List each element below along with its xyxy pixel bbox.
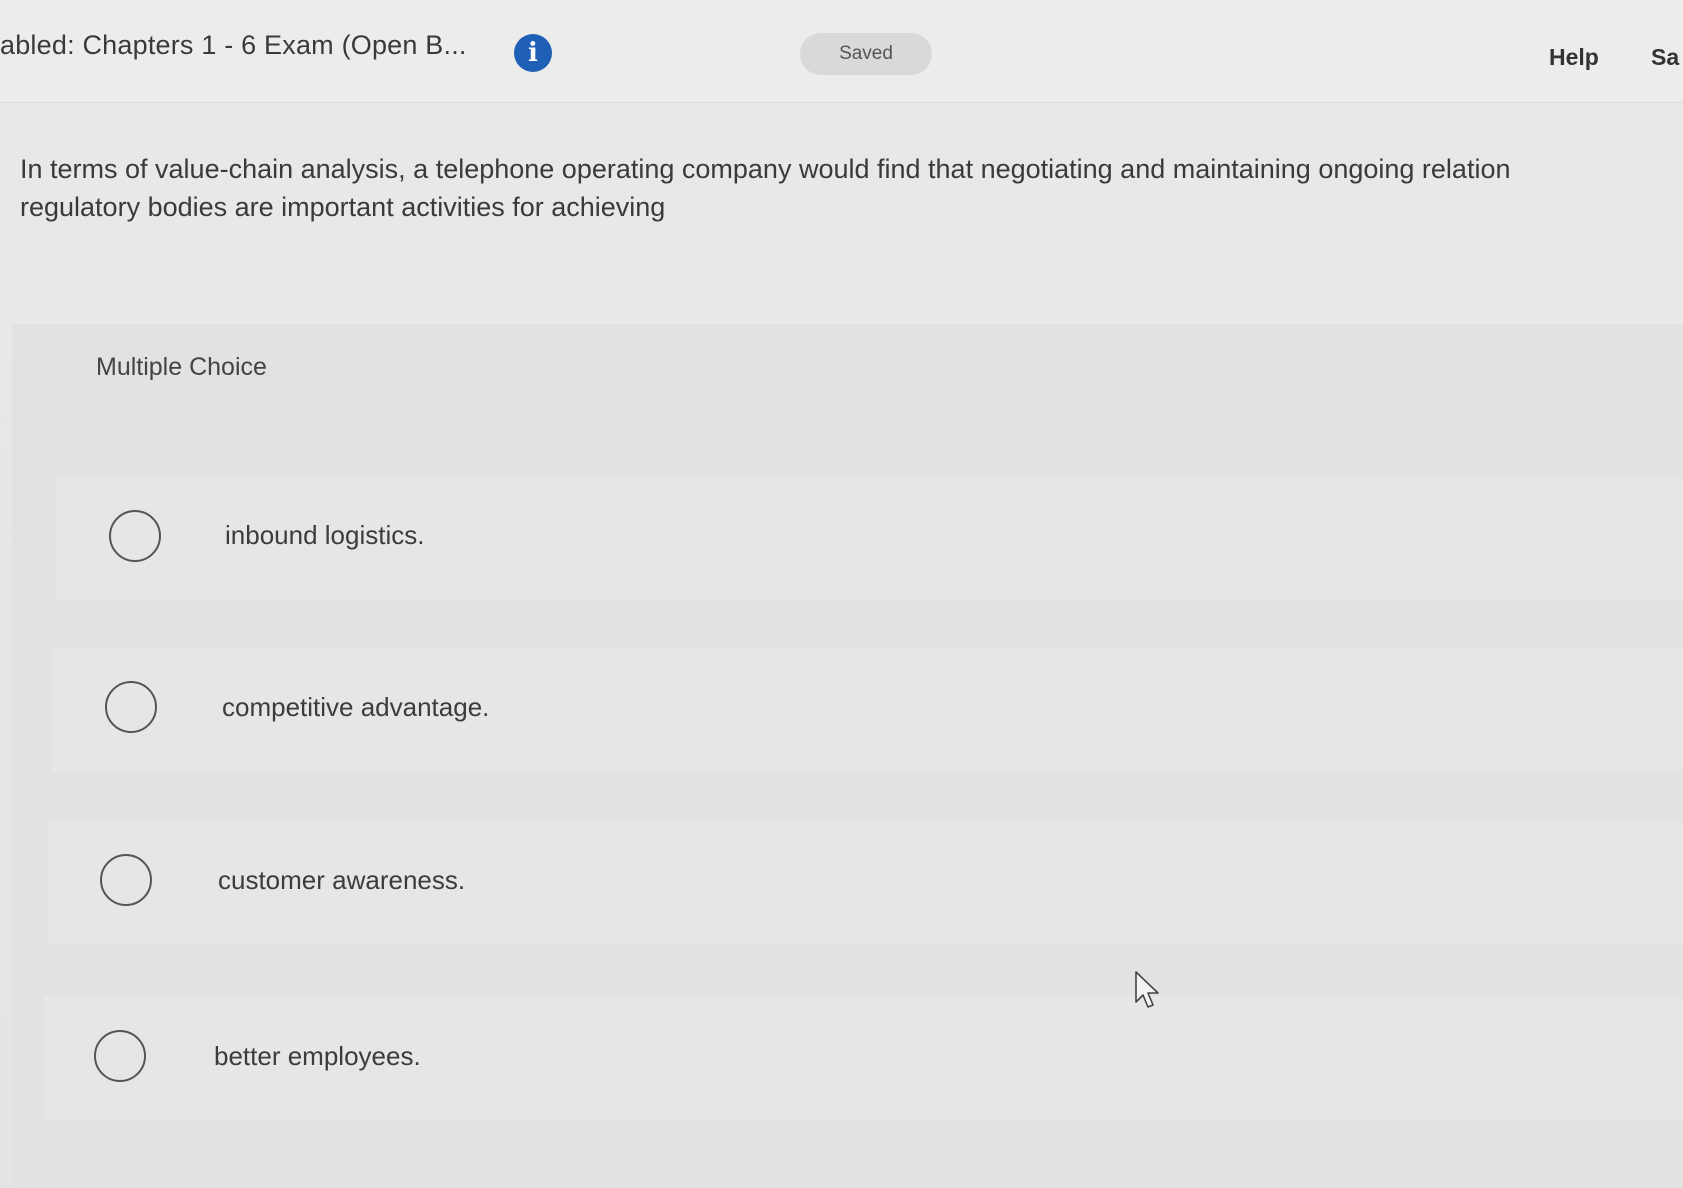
radio-button[interactable] [109,510,161,562]
answer-option[interactable]: inbound logistics. [55,476,1683,600]
answer-option-label[interactable]: inbound logistics. [225,520,424,551]
save-exit-button[interactable]: Sa [1651,44,1679,71]
exam-title: abled: Chapters 1 - 6 Exam (Open B... [0,30,467,60]
question-line-2: regulatory bodies are important activiti… [20,192,666,222]
question-type-label: Multiple Choice [96,353,267,381]
answer-option-label[interactable]: customer awareness. [218,865,465,896]
saved-status-badge: Saved [800,33,932,75]
question-text: In terms of value-chain analysis, a tele… [20,150,1683,226]
answer-option-label[interactable]: competitive advantage. [222,692,489,723]
radio-button[interactable] [105,681,157,733]
answer-option-label[interactable]: better employees. [214,1041,421,1072]
answer-option[interactable]: customer awareness. [49,820,1683,944]
mouse-pointer-icon [1135,971,1159,1008]
question-line-1: In terms of value-chain analysis, a tele… [20,154,1511,184]
answer-option[interactable]: competitive advantage. [52,648,1683,772]
answer-option[interactable]: better employees. [44,996,1683,1120]
help-button[interactable]: Help [1549,44,1599,71]
top-bar: abled: Chapters 1 - 6 Exam (Open B... i … [0,0,1683,103]
radio-button[interactable] [100,854,152,906]
radio-button[interactable] [94,1030,146,1082]
info-icon[interactable]: i [514,34,552,72]
